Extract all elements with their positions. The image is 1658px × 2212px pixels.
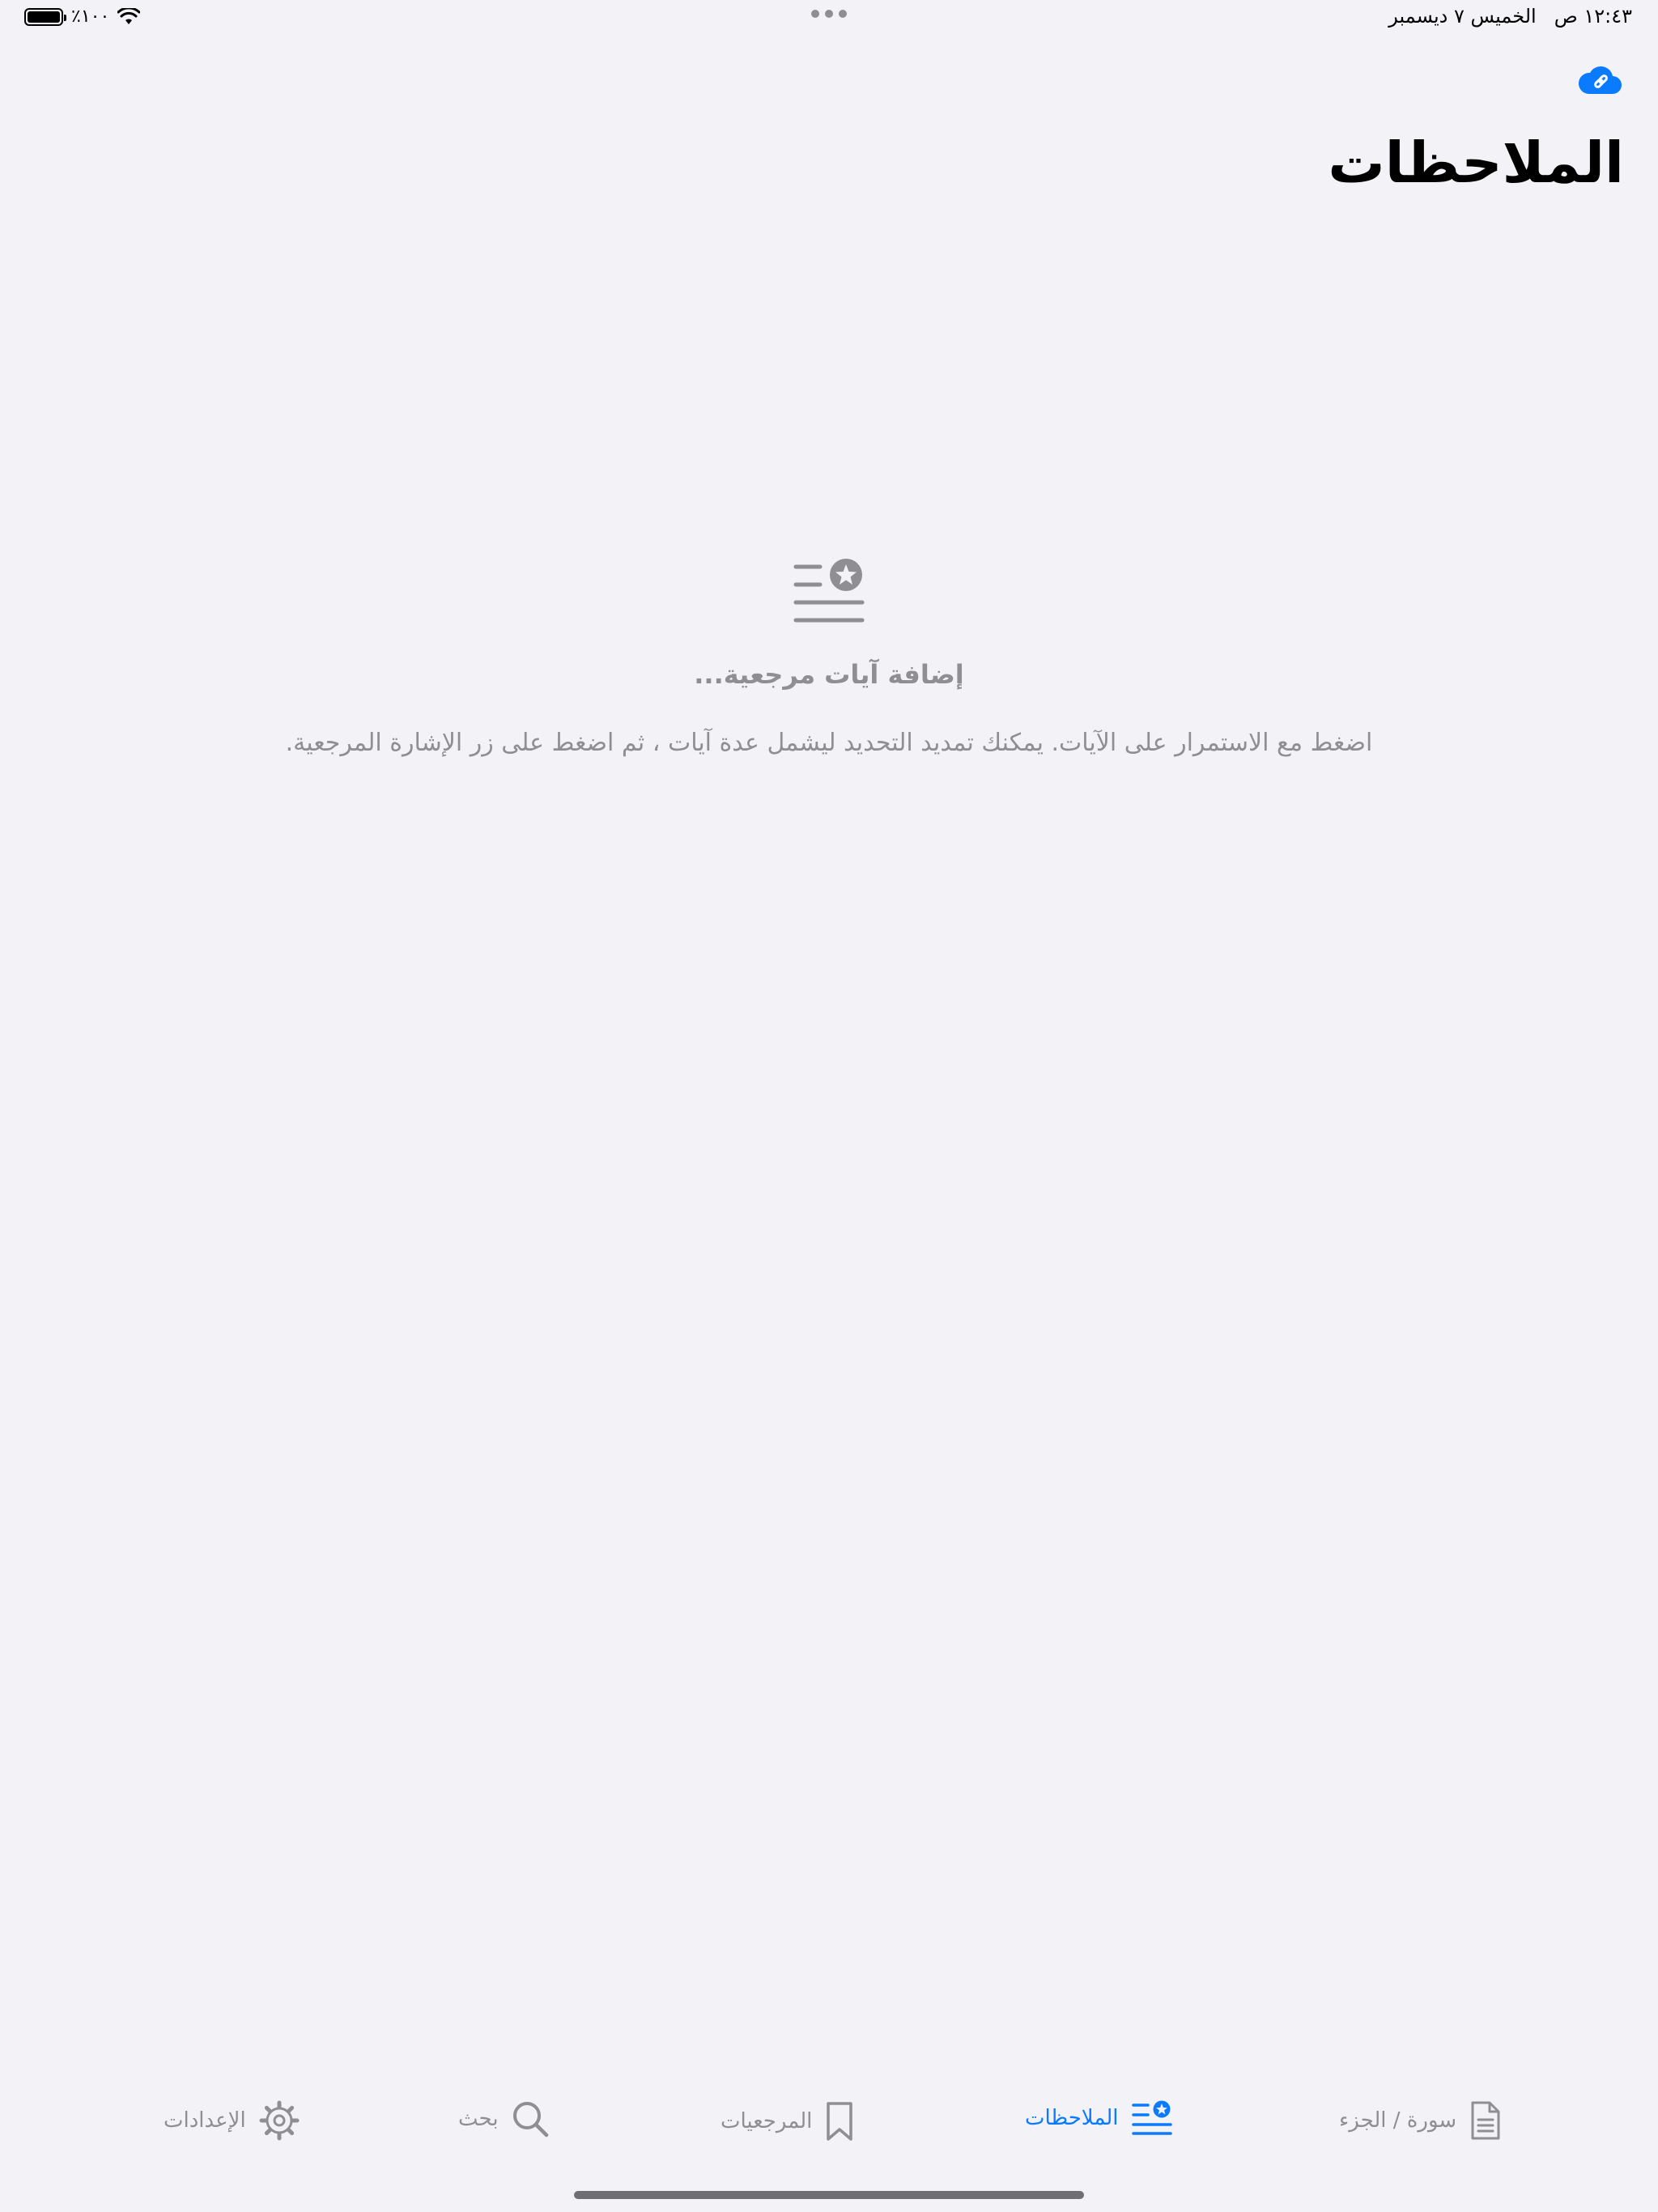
tab-notes[interactable]: الملاحظات bbox=[1025, 2100, 1172, 2136]
battery-percentage: ٪١٠٠ bbox=[71, 6, 110, 27]
tab-bar: سورة / الجزء الملاحظات المرجعيات بحث الإ… bbox=[0, 2082, 1658, 2212]
empty-state: إضافة آيات مرجعية... اضغط مع الاستمرار ع… bbox=[0, 557, 1658, 757]
multitasking-dots[interactable] bbox=[811, 10, 847, 18]
tab-bookmarks[interactable]: المرجعيات bbox=[721, 2100, 854, 2142]
tab-settings[interactable]: الإعدادات bbox=[164, 2100, 300, 2141]
empty-state-title: إضافة آيات مرجعية... bbox=[694, 659, 964, 690]
home-indicator[interactable] bbox=[574, 2191, 1084, 2199]
status-time: ١٢:٤٣ ص bbox=[1554, 5, 1632, 28]
status-bar: ٪١٠٠ ١٢:٤٣ ص الخميس ٧ ديسمبر bbox=[0, 0, 1658, 40]
status-date: الخميس ٧ ديسمبر bbox=[1388, 5, 1537, 28]
notes-star-icon bbox=[1131, 2100, 1172, 2135]
document-icon bbox=[1471, 2101, 1500, 2140]
cloud-link-icon[interactable] bbox=[1577, 63, 1622, 96]
notes-star-icon bbox=[793, 559, 865, 623]
gear-icon bbox=[259, 2100, 300, 2141]
tab-label: الإعدادات bbox=[164, 2108, 246, 2133]
tab-label: سورة / الجزء bbox=[1339, 2108, 1457, 2133]
empty-state-description: اضغط مع الاستمرار على الآيات. يمكنك تمدي… bbox=[285, 729, 1373, 757]
tab-surah-juz[interactable]: سورة / الجزء bbox=[1339, 2100, 1502, 2141]
status-right: ١٢:٤٣ ص الخميس ٧ ديسمبر bbox=[1388, 5, 1632, 28]
tab-label: المرجعيات bbox=[721, 2109, 813, 2133]
tab-search[interactable]: بحث bbox=[458, 2100, 549, 2138]
wifi-icon bbox=[117, 7, 141, 24]
page-title: الملاحظات bbox=[1328, 130, 1624, 196]
tab-label: بحث bbox=[458, 2107, 499, 2131]
battery-icon bbox=[24, 7, 66, 26]
tab-label: الملاحظات bbox=[1025, 2106, 1119, 2130]
search-icon bbox=[512, 2102, 548, 2138]
bookmark-icon bbox=[827, 2102, 853, 2141]
status-left: ٪١٠٠ bbox=[24, 6, 141, 27]
